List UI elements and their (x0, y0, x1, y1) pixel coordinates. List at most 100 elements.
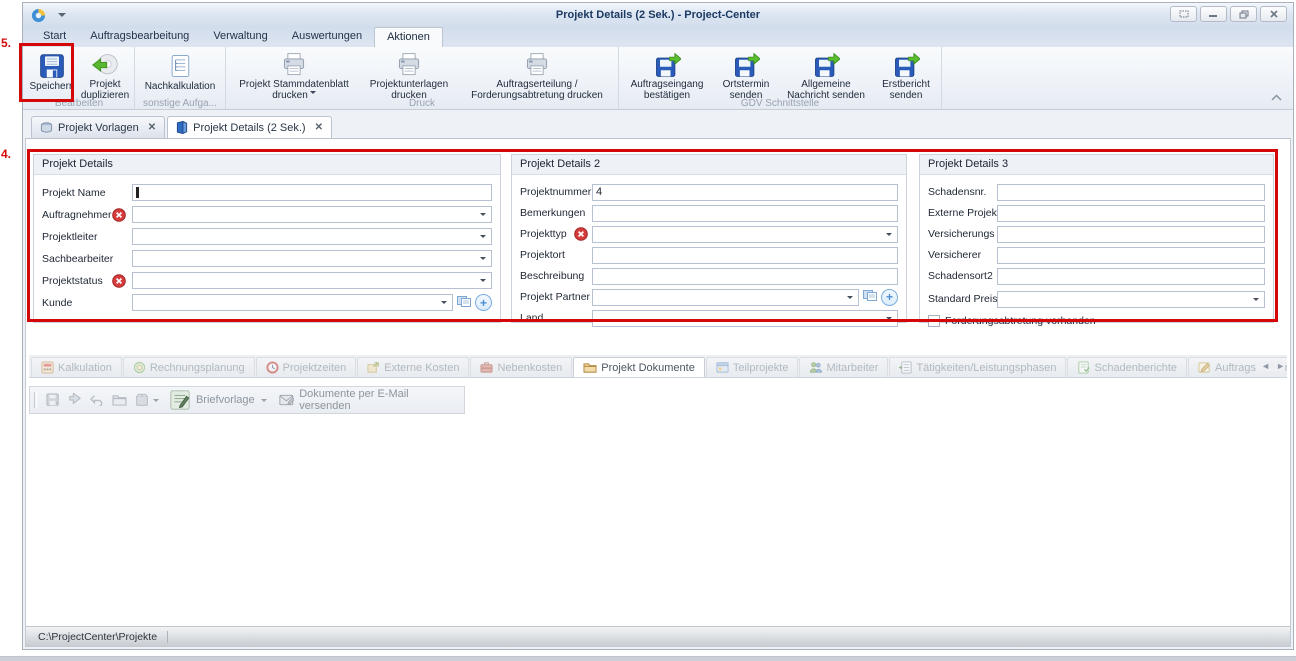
tab-projekt-dokumente[interactable]: Projekt Dokumente (573, 357, 705, 377)
ribbon-tab-aktionen[interactable]: Aktionen (374, 27, 443, 47)
versicherer-input[interactable] (997, 247, 1265, 264)
tab-teilprojekte[interactable]: Teilprojekte (706, 357, 799, 377)
close-tab-icon[interactable]: ✕ (315, 122, 323, 133)
dropdown-caret-icon[interactable] (153, 399, 159, 405)
send-save-icon (812, 51, 840, 79)
groupbox-projekt-details: Projekt Details Projekt Name Auftragnehm… (33, 154, 501, 323)
templates-icon (40, 121, 53, 134)
tab-projektzeiten[interactable]: Projektzeiten (256, 357, 357, 377)
letter-template-icon (169, 389, 191, 411)
field-externe-projektnr: Externe Projektnr. (928, 203, 1265, 223)
ribbon-tab-auswertungen[interactable]: Auswertungen (280, 27, 374, 47)
tab-taetigkeiten[interactable]: Tätigkeiten/Leistungsphasen (889, 357, 1066, 377)
land-combo[interactable] (592, 310, 898, 327)
schadensort2-input[interactable] (997, 268, 1265, 285)
print-auftragserteilung-button[interactable]: Auftragserteilung / Forderungsabtretung … (458, 49, 616, 98)
close-button[interactable] (1260, 6, 1287, 22)
schadensnr-input[interactable] (997, 184, 1265, 201)
clock-icon (266, 361, 279, 374)
group-label-gdv: GDV Schnittstelle (621, 98, 939, 110)
field-versicherungs-nr: Versicherungs Nr. (928, 224, 1265, 244)
print-stammdatenblatt-button[interactable]: Projekt Stammdatenblatt drucken (228, 49, 360, 98)
forderungsabtretung-checkbox[interactable] (928, 315, 940, 327)
nachkalkulation-button[interactable]: Nachkalkulation (137, 49, 223, 98)
open-customer-card-icon[interactable] (457, 294, 471, 312)
minimize-button[interactable] (1200, 6, 1227, 22)
undo-icon[interactable] (90, 394, 104, 406)
tab-scroll-left-icon[interactable]: ◄ (1261, 361, 1270, 371)
doc-tab-projekt-vorlagen[interactable]: Projekt Vorlagen ✕ (31, 116, 165, 138)
printer-icon (280, 51, 308, 79)
duplicate-project-button[interactable]: Projekt duplizieren (78, 49, 132, 98)
bemerkungen-input[interactable] (592, 205, 898, 222)
quick-access-caret-icon[interactable] (58, 13, 66, 21)
ribbon-tab-auftragsbearbeitung[interactable]: Auftragsbearbeitung (78, 27, 201, 47)
close-tab-icon[interactable]: ✕ (148, 122, 156, 133)
projekt-name-input[interactable] (132, 184, 492, 201)
projektort-input[interactable] (592, 247, 898, 264)
briefvorlage-button[interactable]: Briefvorlage (163, 387, 273, 413)
allgemeine-nachricht-senden-button[interactable]: Allgemeine Nachricht senden (779, 49, 873, 98)
invoice-plan-icon (133, 361, 146, 374)
field-land: Land (520, 308, 898, 328)
tab-schadenberichte[interactable]: Schadenberichte (1067, 357, 1187, 377)
field-projekt-partner: Projekt Partner + (520, 287, 898, 307)
folder-icon (583, 361, 597, 374)
sachbearbeiter-combo[interactable] (132, 250, 492, 267)
toolbar-grip (34, 392, 37, 408)
field-projektort: Projektort (520, 245, 898, 265)
groupbox-projekt-details-3: Projekt Details 3 Schadensnr. Externe Pr… (919, 154, 1274, 323)
tab-mitarbeiter[interactable]: Mitarbeiter (799, 357, 888, 377)
doc-tab-projekt-details[interactable]: Projekt Details (2 Sek.) ✕ (167, 116, 332, 138)
report-icon (1077, 361, 1090, 374)
tab-rechnungsplanung[interactable]: Rechnungsplanung (123, 357, 255, 377)
projekt-partner-combo[interactable] (592, 289, 859, 306)
tab-nebenkosten[interactable]: Nebenkosten (470, 357, 572, 377)
erstbericht-senden-button[interactable]: Erstbericht senden (873, 49, 939, 98)
ribbon-tab-start[interactable]: Start (31, 27, 78, 47)
statusbar: C:\ProjectCenter\Projekte (26, 626, 1290, 646)
standard-preisliste-combo[interactable] (997, 291, 1265, 308)
ribbon-collapse-chevron-icon[interactable] (1270, 93, 1283, 105)
tab-kalkulation[interactable]: Kalkulation (31, 357, 122, 377)
versicherungs-nr-input[interactable] (997, 226, 1265, 243)
fullscreen-button[interactable] (1170, 6, 1197, 22)
printer-icon (523, 51, 551, 79)
ribbon: Speichern Projekt duplizieren Bearbeiten (23, 47, 1293, 110)
kunde-combo[interactable] (132, 294, 453, 311)
auftragnehmer-combo[interactable] (132, 206, 492, 223)
open-folder-icon[interactable] (112, 394, 127, 406)
add-customer-button[interactable]: + (475, 294, 492, 311)
save-document-icon[interactable] (46, 393, 60, 407)
export-package-icon[interactable] (135, 393, 149, 407)
field-schadensort2: Schadensort2 (928, 266, 1265, 286)
projektleiter-combo[interactable] (132, 228, 492, 245)
ribbon-group-druck: Projekt Stammdatenblatt drucken Projek (226, 47, 619, 109)
projektnummer-input[interactable]: 4 (592, 184, 898, 201)
groupbox-title: Projekt Details 2 (512, 155, 906, 175)
add-partner-button[interactable]: + (881, 289, 898, 306)
send-documents-email-button[interactable]: Dokumente per E-Mail versenden (273, 387, 464, 413)
send-save-icon (732, 51, 760, 79)
send-save-icon (892, 51, 920, 79)
ribbon-tab-verwaltung[interactable]: Verwaltung (201, 27, 279, 47)
recalculation-icon (166, 51, 194, 81)
print-projektunterlagen-button[interactable]: Projektunterlagen drucken (360, 49, 458, 98)
projekttyp-combo[interactable] (592, 226, 898, 243)
restore-button[interactable] (1230, 6, 1257, 22)
save-button[interactable]: Speichern (26, 49, 78, 98)
beschreibung-input[interactable] (592, 268, 898, 285)
externe-projektnr-input[interactable] (997, 205, 1265, 222)
auftragseingang-bestaetigen-button[interactable]: Auftragseingang bestätigen (621, 49, 713, 98)
publish-document-icon[interactable] (68, 393, 82, 407)
ortstermin-senden-button[interactable]: Ortstermin senden (713, 49, 779, 98)
field-bemerkungen: Bemerkungen (520, 203, 898, 223)
field-projektnummer: Projektnummer 4 (520, 182, 898, 202)
ribbon-tab-bar: Start Auftragsbearbeitung Verwaltung Aus… (23, 27, 1293, 47)
field-projektleiter: Projektleiter (42, 226, 492, 247)
tab-scroll-right-icon[interactable]: ► (1276, 361, 1285, 371)
open-partner-card-icon[interactable] (863, 288, 877, 306)
projektstatus-combo[interactable] (132, 272, 492, 289)
required-error-icon (112, 274, 126, 288)
tab-externe-kosten[interactable]: Externe Kosten (357, 357, 469, 377)
